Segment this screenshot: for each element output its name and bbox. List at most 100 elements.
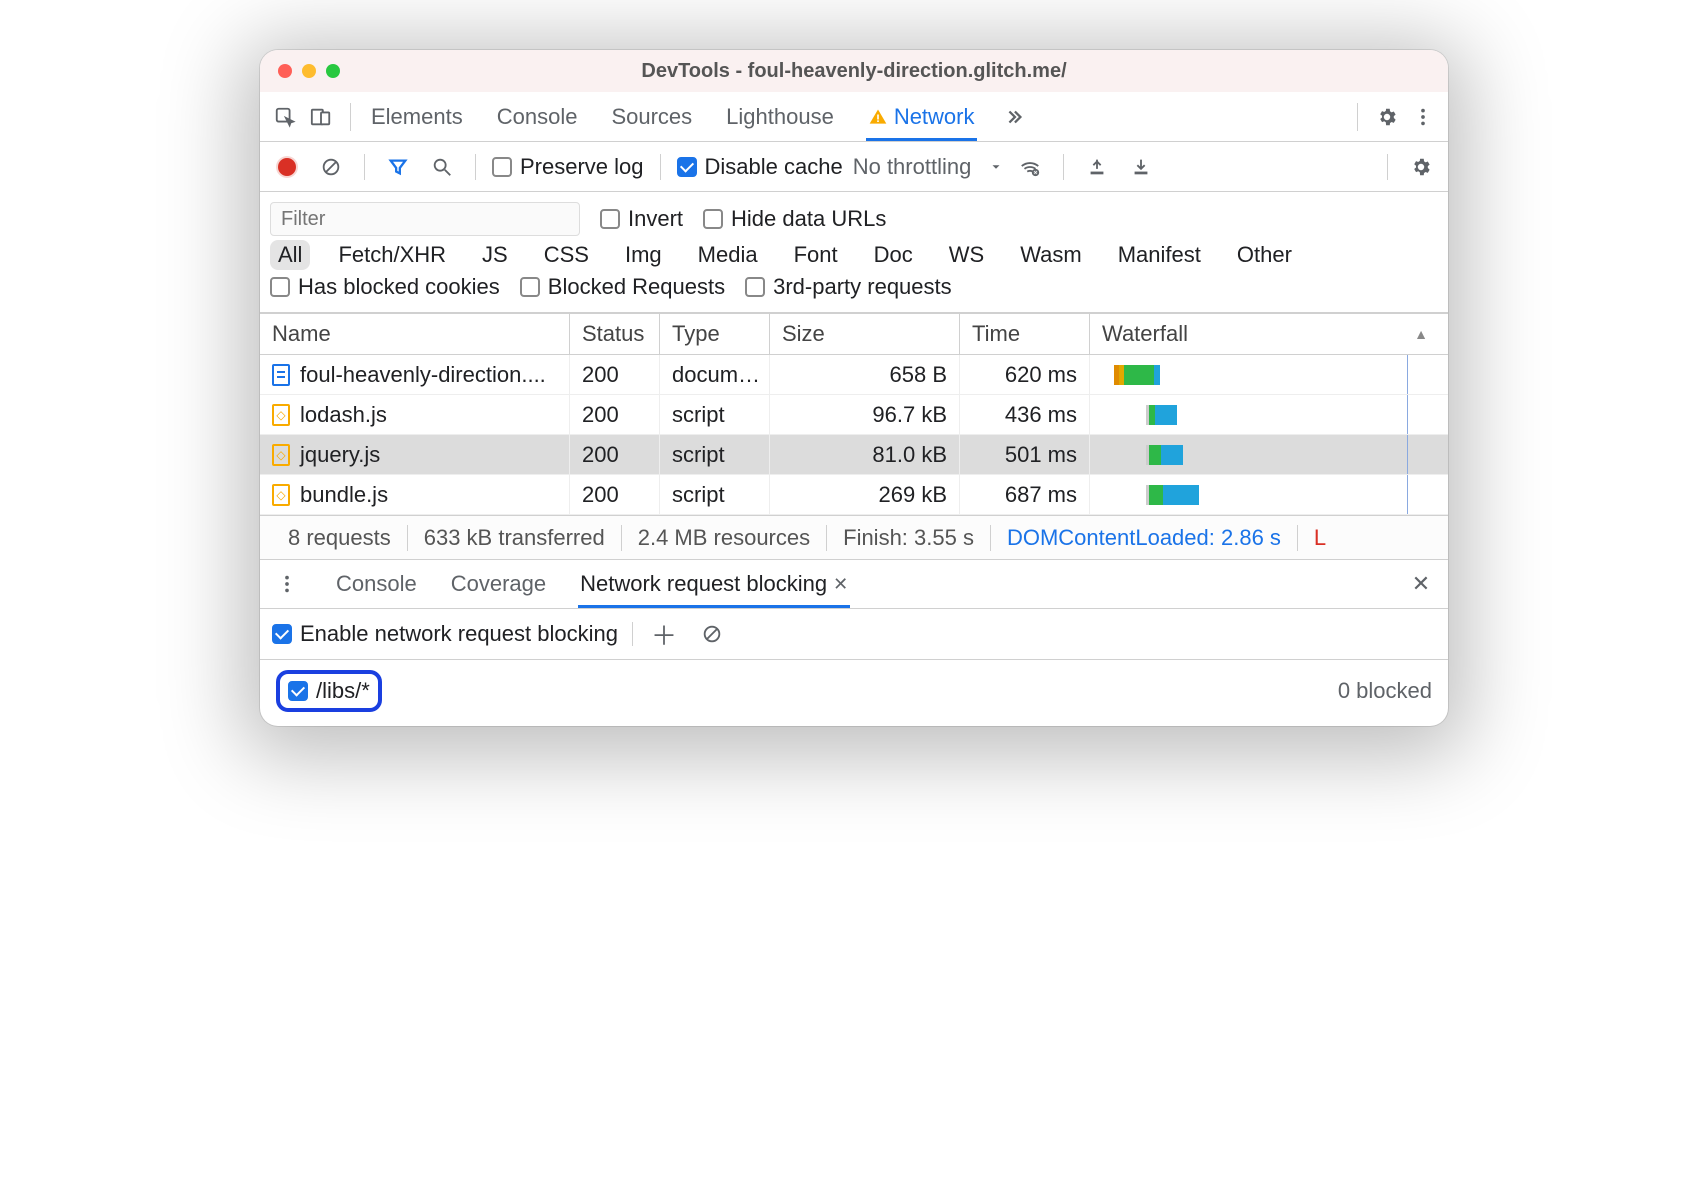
network-row[interactable]: lodash.js200script96.7 kB436 ms [260, 395, 1448, 435]
cell-size: 81.0 kB [770, 435, 960, 474]
cell-type: script [660, 395, 770, 434]
has-blocked-cookies-label: Has blocked cookies [298, 274, 500, 300]
filter-type-css[interactable]: CSS [536, 240, 597, 270]
status-requests: 8 requests [272, 525, 408, 551]
sort-caret-icon: ▲ [1414, 326, 1428, 342]
blocked-requests-checkbox[interactable]: Blocked Requests [520, 274, 725, 300]
search-icon[interactable] [425, 150, 459, 184]
record-button[interactable] [270, 150, 304, 184]
close-window-button[interactable] [278, 64, 292, 78]
preserve-log-checkbox[interactable]: Preserve log [492, 154, 644, 180]
drawer-close-icon[interactable]: ✕ [1404, 567, 1438, 601]
filter-type-ws[interactable]: WS [941, 240, 992, 270]
cell-name: bundle.js [260, 475, 570, 514]
col-status[interactable]: Status [570, 314, 660, 354]
clear-icon[interactable] [314, 150, 348, 184]
cell-name: jquery.js [260, 435, 570, 474]
pattern-checkbox[interactable]: /libs/* [288, 678, 370, 704]
status-load: L [1298, 525, 1342, 551]
drawer-tab-coverage[interactable]: Coverage [449, 561, 548, 607]
col-type[interactable]: Type [660, 314, 770, 354]
drawer-tabbar: Console Coverage Network request blockin… [260, 559, 1448, 609]
drawer-tab-console[interactable]: Console [334, 561, 419, 607]
chevron-down-icon [989, 160, 1003, 174]
filter-type-other[interactable]: Other [1229, 240, 1300, 270]
network-row[interactable]: jquery.js200script81.0 kB501 ms [260, 435, 1448, 475]
window-title: DevTools - foul-heavenly-direction.glitc… [260, 60, 1448, 83]
col-time[interactable]: Time [960, 314, 1090, 354]
inspect-element-icon[interactable] [268, 100, 302, 134]
device-toolbar-icon[interactable] [304, 100, 338, 134]
cell-status: 200 [570, 475, 660, 514]
filter-type-wasm[interactable]: Wasm [1012, 240, 1090, 270]
col-name[interactable]: Name [260, 314, 570, 354]
cell-time: 436 ms [960, 395, 1090, 434]
drawer-kebab-icon[interactable] [270, 567, 304, 601]
cell-status: 200 [570, 355, 660, 394]
drawer-tab-network-blocking-label: Network request blocking [580, 571, 827, 597]
panel-tabs: Elements Console Sources Lighthouse Netw… [369, 94, 1031, 140]
filter-type-font[interactable]: Font [786, 240, 846, 270]
cell-type: script [660, 475, 770, 514]
filter-input[interactable] [270, 202, 580, 236]
tab-network[interactable]: Network [866, 94, 977, 140]
filter-type-doc[interactable]: Doc [866, 240, 921, 270]
col-waterfall[interactable]: Waterfall ▲ [1090, 314, 1448, 354]
close-tab-icon[interactable]: ✕ [833, 574, 848, 595]
cell-waterfall [1090, 435, 1448, 474]
third-party-label: 3rd-party requests [773, 274, 952, 300]
col-size[interactable]: Size [770, 314, 960, 354]
filter-type-media[interactable]: Media [690, 240, 766, 270]
filter-toggle-icon[interactable] [381, 150, 415, 184]
network-row[interactable]: bundle.js200script269 kB687 ms [260, 475, 1448, 515]
maximize-window-button[interactable] [326, 64, 340, 78]
tab-sources[interactable]: Sources [609, 94, 694, 140]
clear-patterns-icon[interactable] [695, 617, 729, 651]
disable-cache-checkbox[interactable]: Disable cache [677, 154, 843, 180]
window-titlebar: DevTools - foul-heavenly-direction.glitc… [260, 50, 1448, 92]
hide-data-urls-label: Hide data URLs [731, 206, 886, 232]
export-har-icon[interactable] [1124, 150, 1158, 184]
cell-time: 687 ms [960, 475, 1090, 514]
network-toolbar: Preserve log Disable cache No throttling [260, 142, 1448, 192]
cell-name: foul-heavenly-direction.... [260, 355, 570, 394]
tab-elements[interactable]: Elements [369, 94, 465, 140]
filter-type-all[interactable]: All [270, 240, 310, 270]
type-filter-row: All Fetch/XHR JS CSS Img Media Font Doc WS Wasm Ma… [270, 240, 1438, 270]
cell-size: 658 B [770, 355, 960, 394]
hide-data-urls-checkbox[interactable]: Hide data URLs [703, 206, 886, 232]
third-party-checkbox[interactable]: 3rd-party requests [745, 274, 952, 300]
network-row[interactable]: foul-heavenly-direction....200docum…658 … [260, 355, 1448, 395]
more-tabs-icon[interactable] [997, 100, 1031, 134]
tab-network-label: Network [894, 104, 975, 130]
warning-icon [868, 107, 888, 127]
status-resources: 2.4 MB resources [622, 525, 827, 551]
invert-label: Invert [628, 206, 683, 232]
traffic-lights [278, 64, 340, 78]
main-tabbar: Elements Console Sources Lighthouse Netw… [260, 92, 1448, 142]
tab-lighthouse[interactable]: Lighthouse [724, 94, 836, 140]
filter-type-js[interactable]: JS [474, 240, 516, 270]
filter-type-fetchxhr[interactable]: Fetch/XHR [330, 240, 454, 270]
cell-type: script [660, 435, 770, 474]
import-har-icon[interactable] [1080, 150, 1114, 184]
settings-icon[interactable] [1370, 100, 1404, 134]
drawer-tab-network-blocking[interactable]: Network request blocking ✕ [578, 561, 850, 607]
has-blocked-cookies-checkbox[interactable]: Has blocked cookies [270, 274, 500, 300]
minimize-window-button[interactable] [302, 64, 316, 78]
network-conditions-icon[interactable] [1013, 150, 1047, 184]
enable-blocking-checkbox[interactable]: Enable network request blocking [272, 621, 618, 647]
throttling-dropdown[interactable]: No throttling [853, 154, 1004, 180]
tab-console[interactable]: Console [495, 94, 580, 140]
filter-type-manifest[interactable]: Manifest [1110, 240, 1209, 270]
script-file-icon [272, 484, 290, 506]
invert-checkbox[interactable]: Invert [600, 206, 683, 232]
kebab-menu-icon[interactable] [1406, 100, 1440, 134]
add-pattern-icon[interactable]: ＋ [647, 617, 681, 651]
preserve-log-label: Preserve log [520, 154, 644, 180]
network-settings-icon[interactable] [1404, 150, 1438, 184]
col-waterfall-label: Waterfall [1102, 321, 1188, 347]
pattern-text: /libs/* [316, 678, 370, 704]
filter-type-img[interactable]: Img [617, 240, 670, 270]
filename-label: bundle.js [300, 482, 388, 508]
